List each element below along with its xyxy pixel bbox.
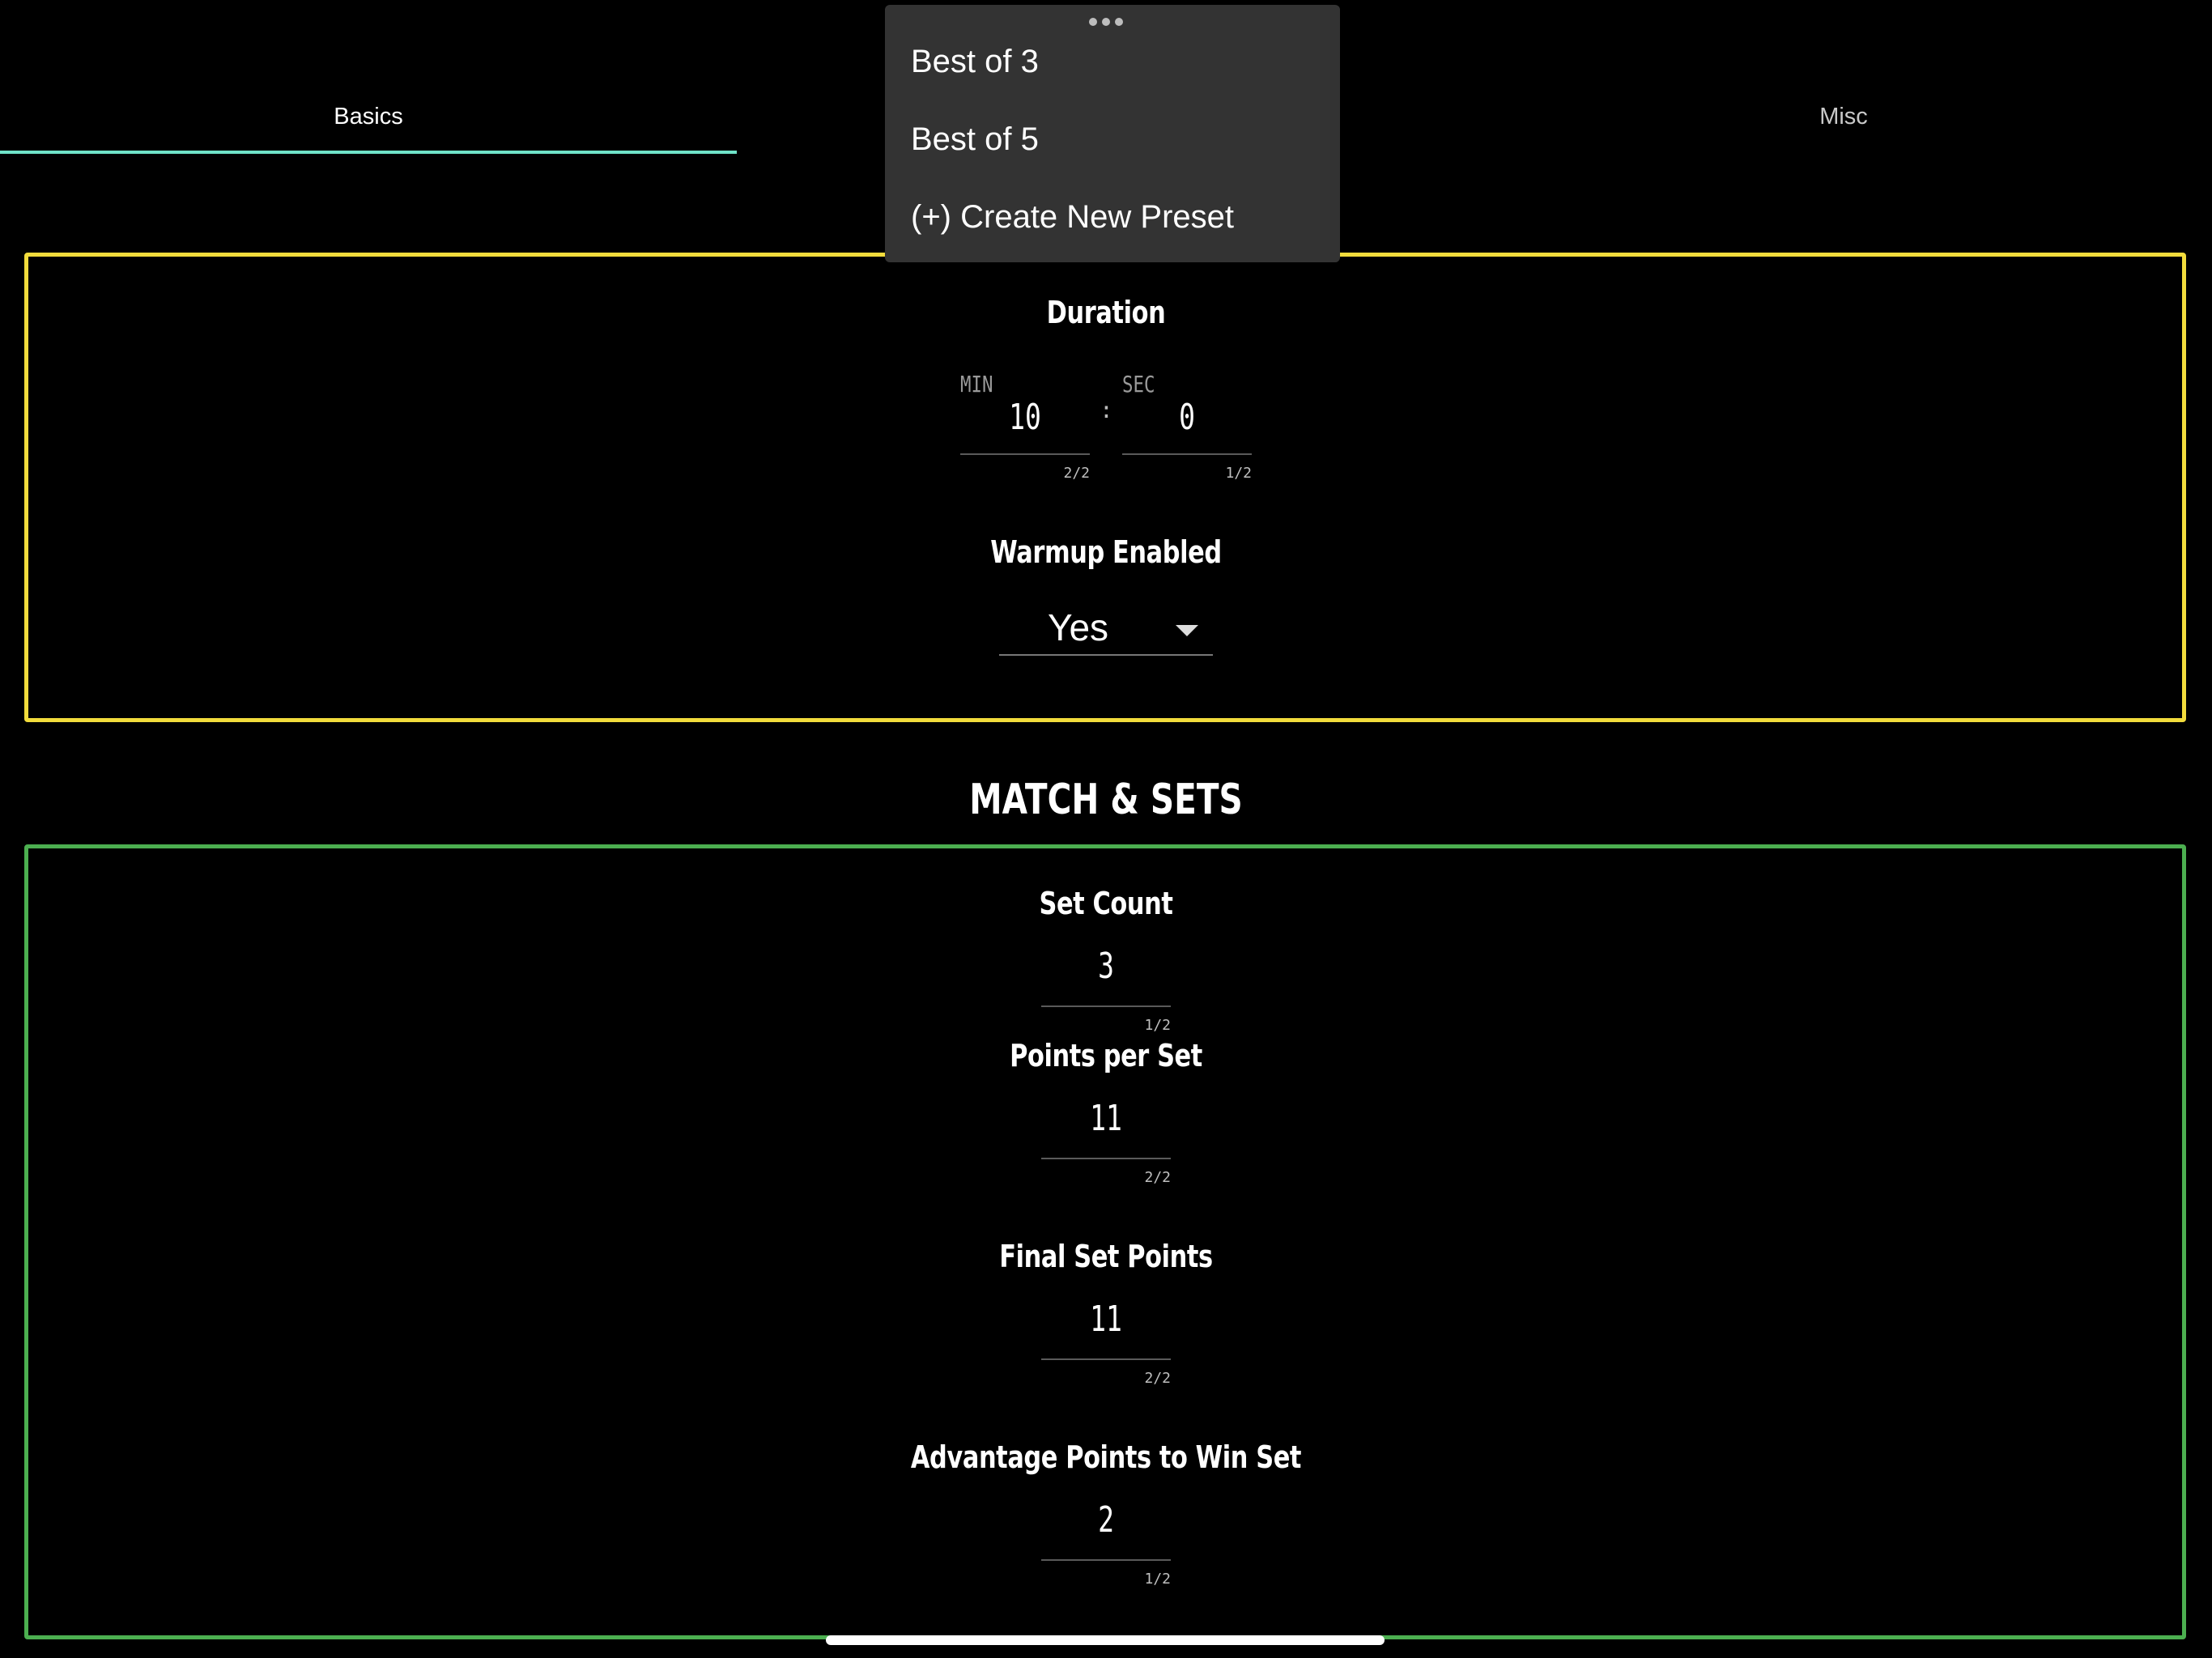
set-count-title: Set Count [1039, 886, 1173, 921]
advantage-points-underline [1041, 1559, 1171, 1561]
advantage-points-title: Advantage Points to Win Set [910, 1439, 1302, 1475]
final-set-points-underline [1041, 1358, 1171, 1360]
advantage-points-char-counter: 1/2 [1144, 1571, 1171, 1588]
preset-menu: Best of 3 Best of 5 (+) Create New Prese… [885, 5, 1340, 262]
chevron-down-icon [1176, 625, 1198, 636]
seconds-underline [1122, 453, 1252, 455]
seconds-unit-label: SEC [1122, 371, 1155, 397]
tab-basics[interactable]: Basics [0, 104, 737, 130]
more-dots-icon[interactable] [1089, 18, 1138, 28]
seconds-input[interactable]: 0 [1138, 397, 1236, 438]
set-count-char-counter: 1/2 [1144, 1017, 1171, 1034]
set-count-underline [1041, 1005, 1171, 1007]
warmup-title: Warmup Enabled [990, 534, 1222, 570]
menu-item-best-of-5[interactable]: Best of 5 [911, 121, 1039, 158]
seconds-char-counter: 1/2 [1225, 465, 1252, 482]
minutes-underline [960, 453, 1090, 455]
active-tab-indicator [0, 151, 737, 154]
tab-misc[interactable]: Misc [1475, 104, 2212, 130]
points-per-set-title: Points per Set [1010, 1038, 1202, 1073]
final-set-points-input[interactable]: 11 [1057, 1299, 1155, 1340]
set-count-input[interactable]: 3 [1057, 946, 1155, 987]
points-per-set-char-counter: 2/2 [1144, 1169, 1171, 1186]
menu-item-create-preset[interactable]: (+) Create New Preset [911, 199, 1234, 236]
minutes-unit-label: MIN [960, 371, 993, 397]
minutes-char-counter: 2/2 [1063, 465, 1090, 482]
points-per-set-underline [1041, 1158, 1171, 1159]
home-indicator[interactable] [826, 1635, 1385, 1645]
duration-title: Duration [1046, 295, 1166, 330]
minutes-input[interactable]: 10 [976, 397, 1074, 438]
points-per-set-input[interactable]: 11 [1057, 1098, 1155, 1139]
warmup-select-value: Yes [1048, 606, 1109, 648]
warmup-select-underline [999, 654, 1213, 656]
time-separator: : [1100, 397, 1113, 423]
menu-item-best-of-3[interactable]: Best of 3 [911, 44, 1039, 80]
final-set-points-title: Final Set Points [999, 1239, 1213, 1274]
section-title-match-sets: MATCH & SETS [969, 776, 1243, 824]
final-set-points-char-counter: 2/2 [1144, 1370, 1171, 1387]
advantage-points-input[interactable]: 2 [1057, 1499, 1155, 1541]
